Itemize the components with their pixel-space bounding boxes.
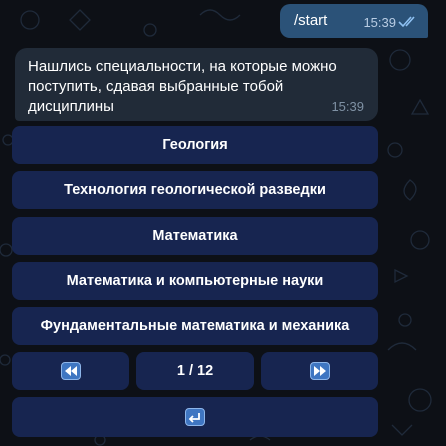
- keyboard-button-geology[interactable]: Геология: [12, 126, 378, 164]
- rewind-icon: [60, 362, 81, 380]
- page-indicator-button[interactable]: 1 / 12: [136, 352, 254, 390]
- next-page-button[interactable]: [261, 352, 378, 390]
- return-arrow-icon: [185, 408, 205, 426]
- keyboard-button-geological-exploration[interactable]: Технология геологической разведки: [12, 171, 378, 209]
- fast-forward-icon: [309, 362, 330, 380]
- incoming-message[interactable]: Нашлись специальности, на которые можно …: [15, 48, 378, 121]
- incoming-message-time: 15:39: [331, 99, 364, 114]
- prev-page-button[interactable]: [12, 352, 129, 390]
- back-button[interactable]: [12, 397, 378, 437]
- double-check-icon: [398, 16, 415, 28]
- outgoing-message[interactable]: /start 15:39: [280, 4, 428, 38]
- keyboard-button-fundamental-math-mechanics[interactable]: Фундаментальные математика и механика: [12, 307, 378, 345]
- keyboard-button-math-cs[interactable]: Математика и компьютерные науки: [12, 262, 378, 300]
- keyboard-button-mathematics[interactable]: Математика: [12, 217, 378, 255]
- incoming-message-text: Нашлись специальности, на которые можно …: [28, 58, 337, 115]
- outgoing-message-text: /start: [294, 12, 328, 29]
- outgoing-message-time: 15:39: [363, 15, 396, 30]
